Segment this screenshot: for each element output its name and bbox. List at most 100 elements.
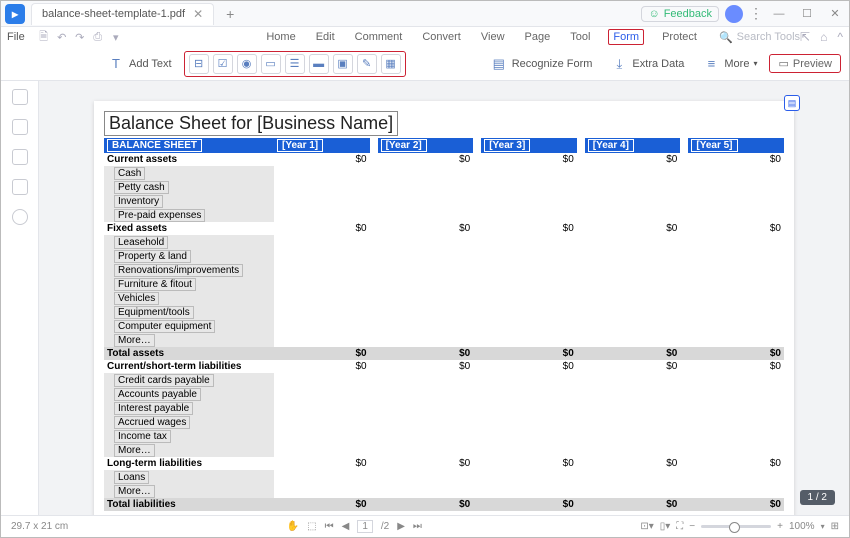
cell-value[interactable]: $0 (481, 347, 577, 360)
tab-view[interactable]: View (479, 29, 507, 45)
cell-value[interactable] (585, 235, 681, 249)
tab-convert[interactable]: Convert (420, 29, 463, 45)
cell-value[interactable] (274, 429, 370, 443)
fit-width-icon[interactable]: ⊡▾ (640, 521, 653, 532)
cell-value[interactable] (688, 305, 784, 319)
cell-value[interactable] (378, 291, 474, 305)
row-label[interactable]: More… (104, 484, 274, 498)
cell-value[interactable] (585, 291, 681, 305)
bookmarks-icon[interactable] (12, 119, 28, 135)
select-tool-icon[interactable]: ⬚ (307, 521, 316, 532)
cell-value[interactable] (688, 415, 784, 429)
next-page-button[interactable]: ▶ (397, 521, 405, 532)
collapse-ribbon-icon[interactable]: ^ (837, 30, 843, 44)
cell-value[interactable] (274, 305, 370, 319)
hand-tool-icon[interactable]: ✋ (287, 521, 299, 532)
cell-value[interactable]: $0 (378, 222, 474, 235)
cell-value[interactable] (585, 443, 681, 457)
row-label[interactable]: Loans (104, 470, 274, 484)
cell-value[interactable]: $0 (481, 498, 577, 511)
cell-value[interactable] (688, 291, 784, 305)
cell-value[interactable] (481, 443, 577, 457)
tab-comment[interactable]: Comment (353, 29, 405, 45)
row-label[interactable]: Inventory (104, 194, 274, 208)
cell-value[interactable]: $0 (688, 347, 784, 360)
cell-value[interactable]: $0 (378, 457, 474, 470)
cell-value[interactable] (481, 305, 577, 319)
comments-icon[interactable] (12, 209, 28, 225)
cell-value[interactable] (688, 333, 784, 347)
tab-page[interactable]: Page (523, 29, 553, 45)
cell-value[interactable] (378, 373, 474, 387)
cell-value[interactable] (585, 401, 681, 415)
cell-value[interactable] (481, 263, 577, 277)
layers-icon[interactable] (12, 179, 28, 195)
cell-value[interactable] (481, 470, 577, 484)
prev-page-button[interactable]: ◀ (342, 521, 350, 532)
cell-value[interactable] (481, 166, 577, 180)
user-avatar[interactable] (725, 5, 743, 23)
cell-value[interactable]: $0 (481, 457, 577, 470)
single-page-icon[interactable]: ▯▾ (660, 521, 671, 532)
cell-value[interactable] (274, 319, 370, 333)
listbox-icon[interactable]: ☰ (285, 54, 305, 74)
document-tab[interactable]: balance-sheet-template-1.pdf ✕ (31, 3, 214, 25)
cell-value[interactable]: $0 (688, 498, 784, 511)
print-icon[interactable]: ⎙ (91, 30, 105, 44)
view-mode-icon[interactable]: ⊞ (831, 521, 839, 532)
cell-value[interactable] (378, 305, 474, 319)
row-label[interactable]: Cash (104, 166, 274, 180)
cell-value[interactable] (585, 415, 681, 429)
cell-value[interactable] (274, 263, 370, 277)
row-label[interactable]: Computer equipment (104, 319, 274, 333)
date-field-icon[interactable]: ▦ (381, 54, 401, 74)
cell-value[interactable] (274, 443, 370, 457)
cell-value[interactable]: $0 (585, 347, 681, 360)
tab-protect[interactable]: Protect (660, 29, 699, 45)
cell-value[interactable]: $0 (585, 498, 681, 511)
recognize-form-button[interactable]: ▤ Recognize Form (484, 52, 599, 76)
new-tab-button[interactable]: + (222, 6, 238, 22)
cell-value[interactable] (274, 415, 370, 429)
row-label[interactable]: Interest payable (104, 401, 274, 415)
close-window-button[interactable]: ✕ (821, 1, 849, 27)
cell-value[interactable]: $0 (481, 153, 577, 166)
cell-value[interactable]: $0 (274, 360, 370, 373)
first-page-button[interactable]: ⏮ (325, 521, 334, 532)
cell-value[interactable] (688, 443, 784, 457)
cell-value[interactable] (274, 470, 370, 484)
cell-value[interactable] (378, 194, 474, 208)
cell-value[interactable] (585, 429, 681, 443)
cell-value[interactable] (688, 249, 784, 263)
signature-icon[interactable]: ✎ (357, 54, 377, 74)
cell-value[interactable] (688, 470, 784, 484)
thumbnails-icon[interactable] (12, 89, 28, 105)
tab-home[interactable]: Home (264, 29, 297, 45)
form-field-badge[interactable]: ▤ (784, 95, 800, 111)
cell-value[interactable] (585, 166, 681, 180)
cell-value[interactable] (378, 235, 474, 249)
cell-value[interactable] (378, 401, 474, 415)
minimize-button[interactable]: — (765, 1, 793, 27)
image-field-icon[interactable]: ▣ (333, 54, 353, 74)
cell-value[interactable] (688, 319, 784, 333)
cell-value[interactable]: $0 (688, 457, 784, 470)
row-label[interactable]: Accrued wages (104, 415, 274, 429)
cell-value[interactable] (481, 235, 577, 249)
row-label[interactable]: More… (104, 443, 274, 457)
attachments-icon[interactable] (12, 149, 28, 165)
cell-value[interactable] (378, 484, 474, 498)
cell-value[interactable] (688, 387, 784, 401)
cell-value[interactable] (688, 208, 784, 222)
zoom-in-button[interactable]: + (777, 521, 783, 532)
document-canvas[interactable]: ▤ Balance Sheet for [Business Name] BALA… (39, 81, 849, 515)
feedback-button[interactable]: ☺ Feedback (641, 6, 719, 22)
radio-icon[interactable]: ◉ (237, 54, 257, 74)
cell-value[interactable] (481, 319, 577, 333)
row-label[interactable]: Leasehold (104, 235, 274, 249)
row-label[interactable]: Petty cash (104, 180, 274, 194)
cell-value[interactable] (585, 305, 681, 319)
cell-value[interactable] (378, 180, 474, 194)
cell-value[interactable] (585, 470, 681, 484)
add-text-button[interactable]: T Add Text (101, 52, 178, 76)
